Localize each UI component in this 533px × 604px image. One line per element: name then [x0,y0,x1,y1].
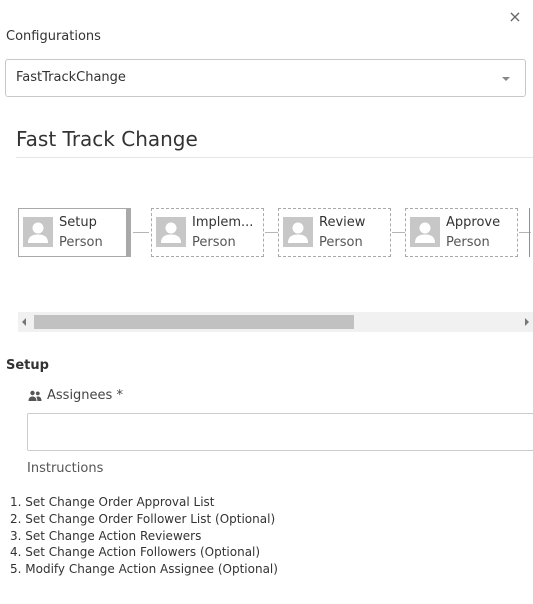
scroll-left-icon[interactable] [22,318,26,326]
chevron-down-icon [502,77,510,81]
workflow-step-name: Approve [446,215,501,230]
assignees-input[interactable] [27,413,533,451]
workflow-step-name: Review [319,215,366,230]
instruction-item: 4. Set Change Action Followers (Optional… [10,545,261,560]
step-connector [133,232,149,233]
instruction-item: 3. Set Change Action Reviewers [10,528,202,543]
person-icon [410,217,440,247]
assignees-label: Assignees * [47,388,123,403]
process-title: Fast Track Change [16,127,198,151]
close-icon[interactable]: × [507,8,523,26]
configurations-selected-value: FastTrackChange [16,70,126,85]
workflow-step-approve[interactable]: Approve Person [405,208,518,257]
workflow-step-implement[interactable]: Implem... Person [151,208,264,257]
instruction-item: 2. Set Change Order Follower List (Optio… [10,511,276,526]
setup-heading: Setup [6,358,49,373]
workflow-step-role: Person [192,235,236,250]
instructions-list: 1. Set Change Order Approval List 2. Set… [10,494,278,578]
person-icon [156,217,186,247]
workflow-step-name: Setup [59,215,97,230]
workflow-step-role: Person [59,235,103,250]
workflow-step-name: Implem... [192,215,254,230]
workflow-step-role: Person [319,235,363,250]
users-icon [28,390,42,402]
step-connector [392,232,405,233]
configurations-select[interactable]: FastTrackChange [5,59,526,97]
assignees-label-row: Assignees * [28,388,123,403]
instruction-item: 1. Set Change Order Approval List [10,495,215,509]
scrollbar-thumb[interactable] [34,315,354,329]
horizontal-scrollbar[interactable] [18,312,533,332]
workflow-step-setup[interactable]: Setup Person [18,208,131,257]
workflow-step-review[interactable]: Review Person [278,208,391,257]
person-icon [283,217,313,247]
workflow-step-role: Person [446,235,490,250]
configurations-label: Configurations [6,29,101,44]
person-icon [23,217,53,247]
instruction-item: 5. Modify Change Action Assignee (Option… [10,562,278,577]
workflow-steps: Setup Person Implem... Person Review Per… [18,208,533,260]
title-divider [16,157,533,158]
step-connector [265,232,278,233]
scroll-right-icon[interactable] [525,318,529,326]
next-step-edge [529,208,530,257]
instructions-label: Instructions [27,461,104,476]
